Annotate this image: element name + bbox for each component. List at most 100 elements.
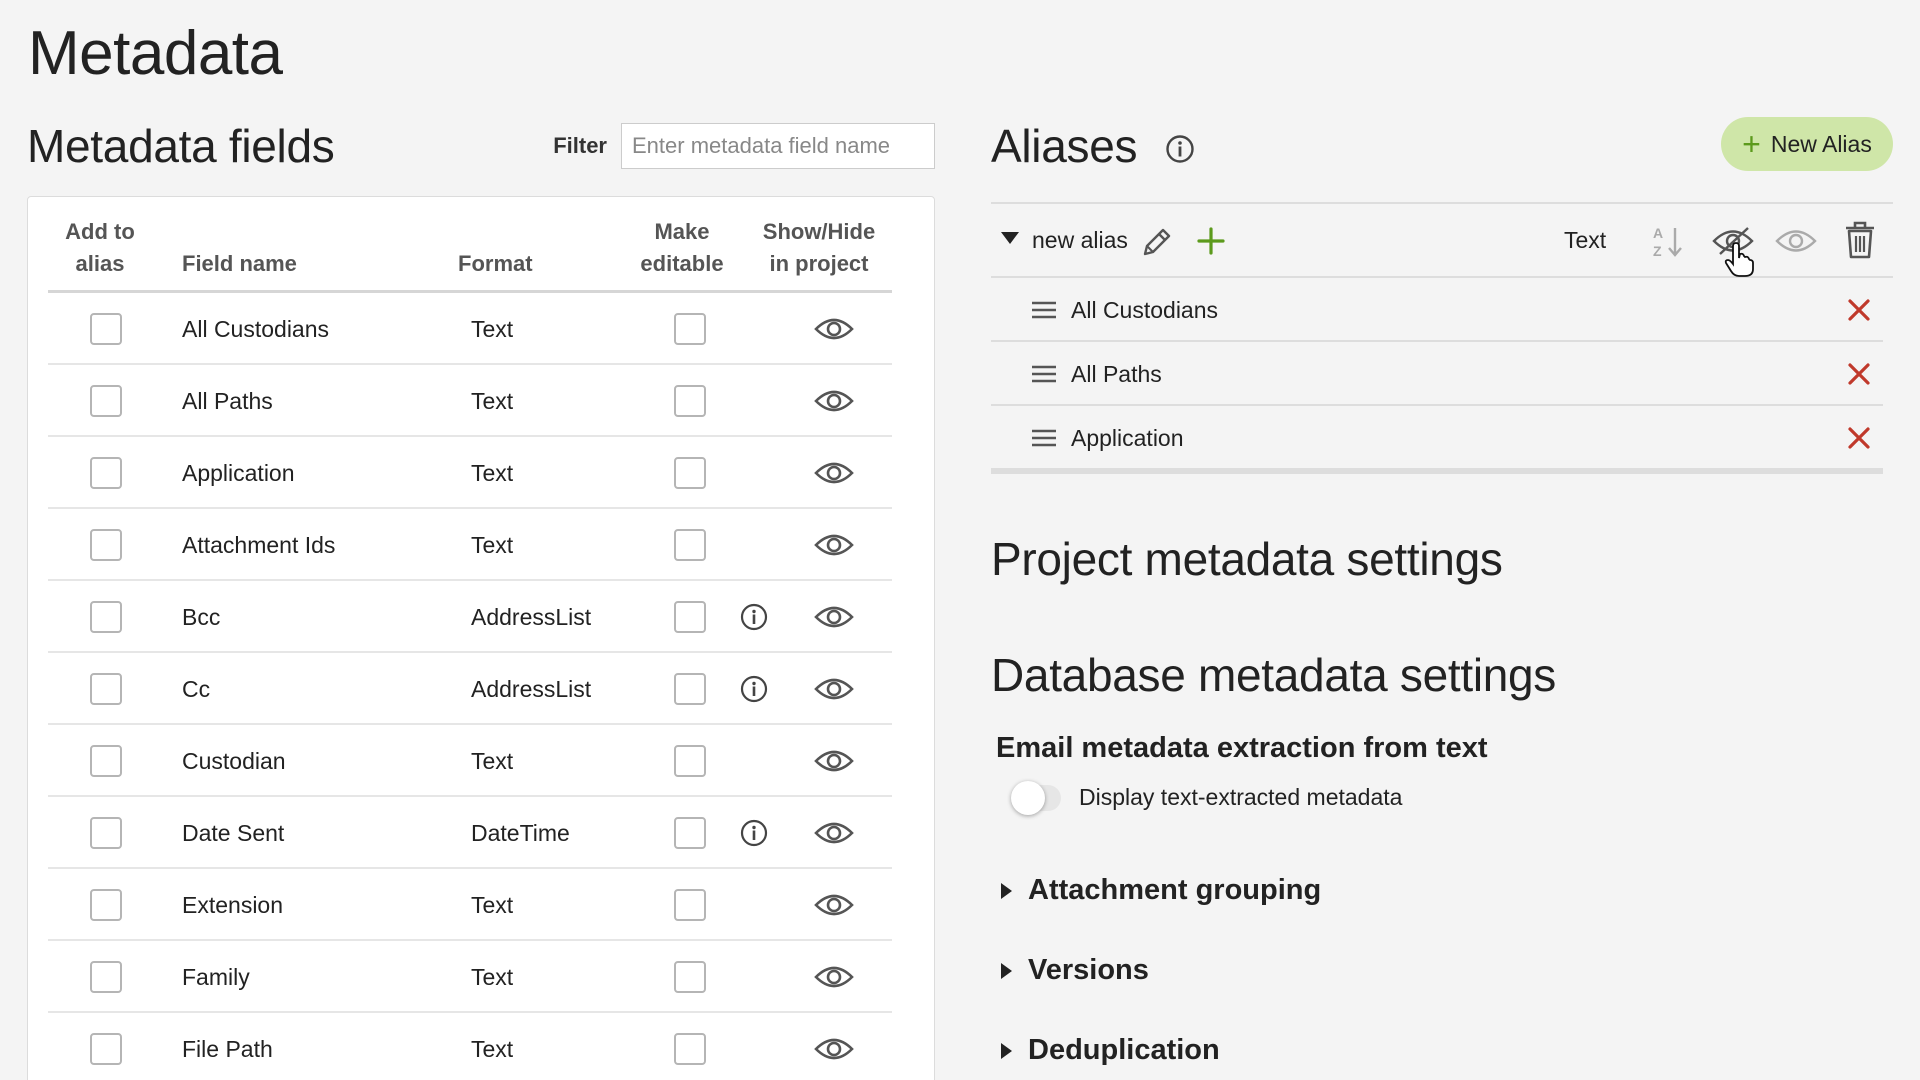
eye-icon[interactable] [814,531,854,559]
make-editable-checkbox[interactable] [674,1033,706,1065]
eye-icon[interactable] [814,963,854,991]
table-header: Add to alias Field name Format Make edit… [48,215,892,293]
field-format: AddressList [471,604,592,630]
field-format: DateTime [471,820,570,846]
page-title: Metadata [28,19,283,88]
sort-az-icon[interactable]: A Z [1651,222,1687,260]
table-row: Cc AddressList [48,653,892,725]
drag-handle-icon[interactable] [1031,300,1057,320]
alias-name: new alias [1032,227,1128,253]
table-row: Attachment Ids Text [48,509,892,581]
metadata-fields-title: Metadata fields [27,120,335,172]
aliases-panel: Aliases + New Alias new alias Text A Z A… [991,108,1893,1066]
add-to-alias-checkbox[interactable] [90,385,122,417]
column-header-add-to-alias-line1: Add to [65,219,135,244]
make-editable-checkbox[interactable] [674,601,706,633]
database-metadata-settings-title: Database metadata settings [991,649,1556,701]
trash-icon[interactable] [1843,220,1877,260]
eye-icon[interactable] [814,315,854,343]
field-format: Text [471,532,514,558]
field-name: All Custodians [182,316,330,342]
remove-x-icon[interactable] [1847,362,1871,386]
info-icon[interactable] [740,675,768,703]
new-alias-button-label: New Alias [1770,130,1872,157]
alias-item: All Custodians [991,278,1883,342]
add-to-alias-checkbox[interactable] [90,529,122,561]
table-row: Family Text [48,941,892,1013]
remove-x-icon[interactable] [1847,298,1871,322]
field-name: Attachment Ids [182,532,336,558]
eye-icon[interactable] [814,819,854,847]
drag-handle-icon[interactable] [1031,364,1057,384]
field-format: Text [471,892,514,918]
add-to-alias-checkbox[interactable] [90,745,122,777]
eye-icon[interactable] [814,459,854,487]
aliases-info-icon[interactable] [1165,134,1195,164]
eye-icon[interactable] [814,603,854,631]
eye-icon[interactable] [814,1035,854,1063]
make-editable-checkbox[interactable] [674,529,706,561]
alias-header-row: new alias Text A Z [991,202,1893,278]
deduplication-section[interactable]: Deduplication [1001,1034,1220,1067]
eye-icon[interactable] [814,747,854,775]
field-name: All Paths [182,388,273,414]
make-editable-checkbox[interactable] [674,673,706,705]
column-header-field-name: Field name [182,251,297,276]
filter-input[interactable] [621,123,935,169]
add-to-alias-checkbox[interactable] [90,817,122,849]
column-header-make-editable-line1: Make [654,219,710,244]
project-metadata-settings-title: Project metadata settings [991,533,1503,585]
add-to-alias-checkbox[interactable] [90,601,122,633]
alias-item: Application [991,406,1883,470]
eye-icon[interactable] [814,387,854,415]
table-row: All Custodians Text [48,293,892,365]
field-format: Text [471,460,514,486]
add-to-alias-checkbox[interactable] [90,1033,122,1065]
make-editable-checkbox[interactable] [674,457,706,489]
make-editable-checkbox[interactable] [674,817,706,849]
add-to-alias-checkbox[interactable] [90,673,122,705]
eye-icon[interactable] [814,675,854,703]
add-field-plus-icon[interactable] [1196,226,1226,256]
field-name: Bcc [182,604,221,630]
drag-handle-icon[interactable] [1031,428,1057,448]
edit-pencil-icon[interactable] [1139,224,1175,260]
table-row: Bcc AddressList [48,581,892,653]
column-header-show-hide-line2: in project [769,251,869,276]
eye-icon[interactable] [814,891,854,919]
add-to-alias-checkbox[interactable] [90,313,122,345]
info-icon[interactable] [740,603,768,631]
new-alias-button[interactable]: + New Alias [1721,117,1893,171]
alias-item-label: All Custodians [1071,297,1219,323]
metadata-fields-panel: Metadata fields Filter Add to alias Fiel… [27,108,935,1080]
add-to-alias-checkbox[interactable] [90,889,122,921]
make-editable-checkbox[interactable] [674,889,706,921]
text-extracted-toggle[interactable] [1011,780,1061,815]
remove-x-icon[interactable] [1847,426,1871,450]
column-header-format: Format [458,251,533,276]
make-editable-checkbox[interactable] [674,313,706,345]
alias-items-list: All Custodians All Paths Application [991,278,1893,470]
versions-section[interactable]: Versions [1001,954,1149,987]
svg-text:A: A [1653,225,1663,241]
field-name: Custodian [182,748,286,774]
table-row: Custodian Text [48,725,892,797]
field-name: File Path [182,1036,273,1062]
make-editable-checkbox[interactable] [674,385,706,417]
field-format: AddressList [471,676,592,702]
info-icon[interactable] [740,819,768,847]
table-row: All Paths Text [48,365,892,437]
add-to-alias-checkbox[interactable] [90,457,122,489]
table-row: Extension Text [48,869,892,941]
aliases-title: Aliases [991,120,1138,172]
make-editable-checkbox[interactable] [674,745,706,777]
deduplication-label: Deduplication [1028,1034,1220,1066]
show-eye-icon[interactable] [1775,226,1817,256]
metadata-fields-table: Add to alias Field name Format Make edit… [27,196,935,1080]
toggle-label: Display text-extracted metadata [1079,784,1403,810]
expand-caret-icon[interactable] [1001,232,1019,244]
plus-icon: + [1742,126,1761,162]
add-to-alias-checkbox[interactable] [90,961,122,993]
attachment-grouping-section[interactable]: Attachment grouping [1001,874,1321,907]
make-editable-checkbox[interactable] [674,961,706,993]
